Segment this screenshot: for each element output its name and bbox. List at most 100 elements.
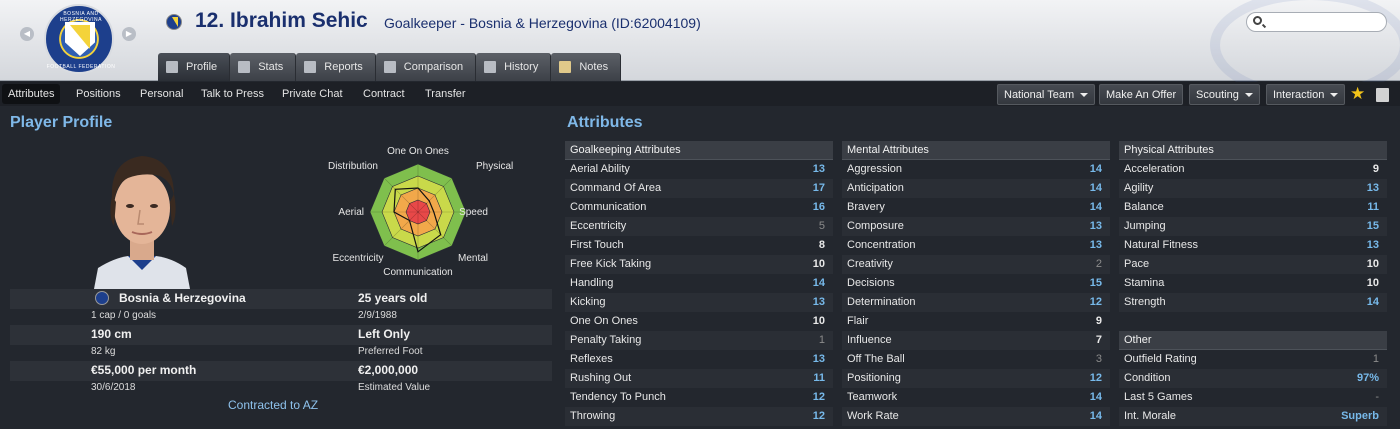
subnav-attributes[interactable]: Attributes <box>2 84 61 104</box>
attribute-row[interactable]: Aggression 14 <box>842 160 1110 179</box>
attribute-row[interactable]: One On Ones 10 <box>565 312 833 331</box>
history-icon <box>484 61 497 73</box>
attribute-name: Reflexes <box>570 353 613 365</box>
attribute-row[interactable]: Tendency To Punch 12 <box>565 388 833 407</box>
estimated-value: €2,000,000 <box>358 363 419 377</box>
attribute-name: Aggression <box>847 163 903 175</box>
search-icon <box>1253 16 1262 25</box>
attribute-row[interactable]: Composure 13 <box>842 217 1110 236</box>
attribute-row[interactable]: Int. Morale Superb <box>1119 407 1387 426</box>
interaction-button[interactable]: Interaction <box>1266 84 1346 105</box>
other-attribute-list: Outfield Rating 1 Condition 97% Last 5 Games… <box>1119 350 1387 426</box>
info-row <box>10 289 552 309</box>
tab-history[interactable]: History <box>476 53 552 81</box>
attribute-row[interactable]: Command Of Area 17 <box>565 179 833 198</box>
attribute-value: 13 <box>812 296 825 308</box>
mental-attributes-header: Mental Attributes <box>842 141 1110 160</box>
attribute-row[interactable]: Determination 12 <box>842 293 1110 312</box>
radar-label: Aerial <box>338 207 364 218</box>
attribute-row[interactable]: Jumping 15 <box>1119 217 1387 236</box>
tab-notes[interactable]: Notes <box>551 53 622 81</box>
tab-stats[interactable]: Stats <box>230 53 297 81</box>
subnav-positions[interactable]: Positions <box>70 84 127 104</box>
scouting-button[interactable]: Scouting <box>1189 84 1260 105</box>
attribute-name: Natural Fitness <box>1124 239 1198 251</box>
physical-attributes-header: Physical Attributes <box>1119 141 1387 160</box>
attribute-row[interactable]: Teamwork 14 <box>842 388 1110 407</box>
shortlist-star-icon[interactable]: ★ <box>1350 84 1365 104</box>
tab-reports[interactable]: Reports <box>296 53 376 81</box>
attribute-row[interactable]: First Touch 8 <box>565 236 833 255</box>
attribute-row[interactable]: Bravery 14 <box>842 198 1110 217</box>
tab-label: Stats <box>258 61 284 73</box>
attribute-row[interactable]: Communication 16 <box>565 198 833 217</box>
attribute-name: Outfield Rating <box>1124 353 1197 365</box>
crest-text-top: BOSNIA AND HERZEGOVINA <box>60 11 102 23</box>
subnav-transfer[interactable]: Transfer <box>419 84 472 104</box>
subnav-personal[interactable]: Personal <box>134 84 189 104</box>
attribute-name: Penalty Taking <box>570 334 642 346</box>
attribute-value: 12 <box>1089 372 1102 384</box>
attribute-row[interactable]: Decisions 15 <box>842 274 1110 293</box>
attribute-value: 14 <box>1089 182 1102 194</box>
attribute-row[interactable]: Anticipation 14 <box>842 179 1110 198</box>
attribute-row[interactable]: Handling 14 <box>565 274 833 293</box>
tab-comparison[interactable]: Comparison <box>375 53 477 81</box>
comparison-icon <box>383 61 396 73</box>
make-offer-label: Make An Offer <box>1106 89 1177 101</box>
attribute-value: Superb <box>1341 410 1379 422</box>
attribute-row[interactable]: Last 5 Games - <box>1119 388 1387 407</box>
attribute-value: 10 <box>1366 277 1379 289</box>
national-team-button[interactable]: National Team <box>997 84 1096 105</box>
attribute-row[interactable]: Positioning 12 <box>842 369 1110 388</box>
tab-label: Reports <box>324 61 363 73</box>
attribute-row[interactable]: Acceleration 9 <box>1119 160 1387 179</box>
attribute-row[interactable]: Off The Ball 3 <box>842 350 1110 369</box>
attribute-row[interactable]: Stamina 10 <box>1119 274 1387 293</box>
attribute-row[interactable]: Balance 11 <box>1119 198 1387 217</box>
attribute-row[interactable]: Pace 10 <box>1119 255 1387 274</box>
goalkeeping-attributes-panel: Goalkeeping Attributes Aerial Ability 13 C… <box>565 141 833 426</box>
attribute-row[interactable]: Condition 97% <box>1119 369 1387 388</box>
caps-value: 1 cap / 0 goals <box>91 310 157 321</box>
attribute-name: Balance <box>1124 201 1164 213</box>
attribute-row[interactable]: Aerial Ability 13 <box>565 160 833 179</box>
attribute-value: 13 <box>812 163 825 175</box>
radar-label: Physical <box>476 161 513 172</box>
attribute-row[interactable]: Influence 7 <box>842 331 1110 350</box>
attribute-row[interactable]: Penalty Taking 1 <box>565 331 833 350</box>
attribute-value: 11 <box>813 372 825 384</box>
attribute-row[interactable]: Agility 13 <box>1119 179 1387 198</box>
chevron-down-icon <box>1080 93 1089 98</box>
attribute-value: 7 <box>1095 334 1102 346</box>
attribute-row[interactable]: Throwing 12 <box>565 407 833 426</box>
tab-label: Profile <box>186 61 218 73</box>
attribute-name: Rushing Out <box>570 372 632 384</box>
attribute-row[interactable]: Flair 9 <box>842 312 1110 331</box>
attribute-row[interactable]: Concentration 13 <box>842 236 1110 255</box>
contracted-club-link[interactable]: Contracted to AZ <box>228 398 318 412</box>
attribute-row[interactable]: Reflexes 13 <box>565 350 833 369</box>
subnav-private-chat[interactable]: Private Chat <box>276 84 349 104</box>
back-arrow-icon[interactable]: ◀ <box>20 27 34 41</box>
attribute-row[interactable]: Natural Fitness 13 <box>1119 236 1387 255</box>
attribute-row[interactable]: Work Rate 14 <box>842 407 1110 426</box>
attribute-row[interactable]: Eccentricity 5 <box>565 217 833 236</box>
attribute-value: 10 <box>1366 258 1379 270</box>
note-icon[interactable] <box>1376 88 1389 102</box>
attribute-row[interactable]: Free Kick Taking 10 <box>565 255 833 274</box>
attribute-row[interactable]: Creativity 2 <box>842 255 1110 274</box>
attribute-row[interactable]: Strength 14 <box>1119 293 1387 312</box>
attribute-row[interactable]: Rushing Out 11 <box>565 369 833 388</box>
mental-attribute-list: Aggression 14 Anticipation 14 Bravery 14 Compo… <box>842 160 1110 426</box>
tab-profile[interactable]: Profile <box>158 53 231 81</box>
subnav-contract[interactable]: Contract <box>357 84 411 104</box>
search-input[interactable] <box>1246 12 1387 32</box>
attribute-row[interactable]: Kicking 13 <box>565 293 833 312</box>
forward-arrow-icon[interactable]: ▶ <box>122 27 136 41</box>
make-offer-button[interactable]: Make An Offer <box>1099 84 1184 105</box>
attribute-value: 2 <box>1095 258 1102 270</box>
attribute-row[interactable]: Outfield Rating 1 <box>1119 350 1387 369</box>
subnav-talk-to-press[interactable]: Talk to Press <box>195 84 270 104</box>
attribute-name: Free Kick Taking <box>570 258 652 270</box>
